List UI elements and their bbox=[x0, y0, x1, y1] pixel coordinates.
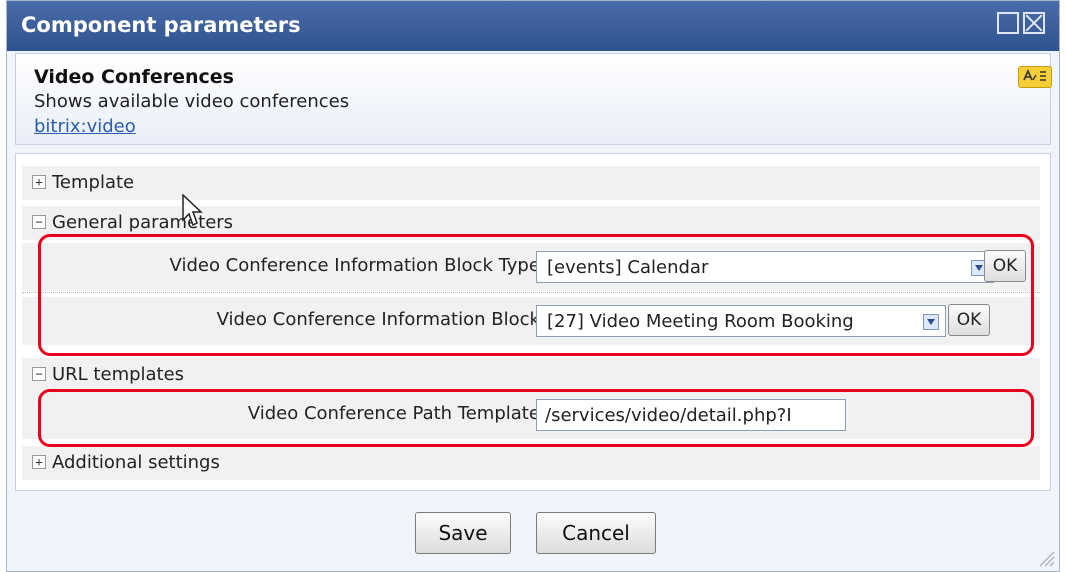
component-header: Video Conferences Shows available video … bbox=[15, 53, 1052, 145]
section-template[interactable]: + Template bbox=[22, 166, 1040, 200]
titlebar[interactable]: Component parameters bbox=[7, 1, 1059, 51]
component-name: Video Conferences bbox=[34, 66, 234, 88]
component-description: Shows available video conferences bbox=[34, 91, 350, 112]
component-link[interactable]: bitrix:video bbox=[34, 116, 136, 137]
section-additional-settings[interactable]: + Additional settings bbox=[22, 446, 1040, 480]
dialog-title: Component parameters bbox=[21, 13, 301, 37]
expand-icon[interactable]: + bbox=[32, 175, 46, 189]
resize-grip-icon[interactable] bbox=[1036, 548, 1056, 568]
collapse-icon[interactable]: − bbox=[32, 215, 46, 229]
cancel-button[interactable]: Cancel bbox=[536, 512, 656, 554]
section-general-label: General parameters bbox=[52, 212, 234, 233]
highlight-general-parameters bbox=[38, 234, 1034, 356]
mouse-cursor-icon bbox=[182, 194, 203, 227]
maximize-icon[interactable] bbox=[997, 12, 1019, 34]
save-button[interactable]: Save bbox=[415, 512, 511, 554]
settings-menu-icon bbox=[1023, 69, 1046, 81]
section-url-templates[interactable]: − URL templates bbox=[22, 358, 1040, 392]
close-icon[interactable] bbox=[1023, 12, 1045, 34]
section-template-label: Template bbox=[52, 172, 135, 193]
component-menu-button[interactable] bbox=[1018, 66, 1052, 88]
section-additional-label: Additional settings bbox=[52, 452, 220, 473]
expand-icon[interactable]: + bbox=[32, 455, 46, 469]
section-url-label: URL templates bbox=[52, 364, 185, 385]
highlight-url-templates bbox=[38, 389, 1034, 447]
collapse-icon[interactable]: − bbox=[32, 367, 46, 381]
